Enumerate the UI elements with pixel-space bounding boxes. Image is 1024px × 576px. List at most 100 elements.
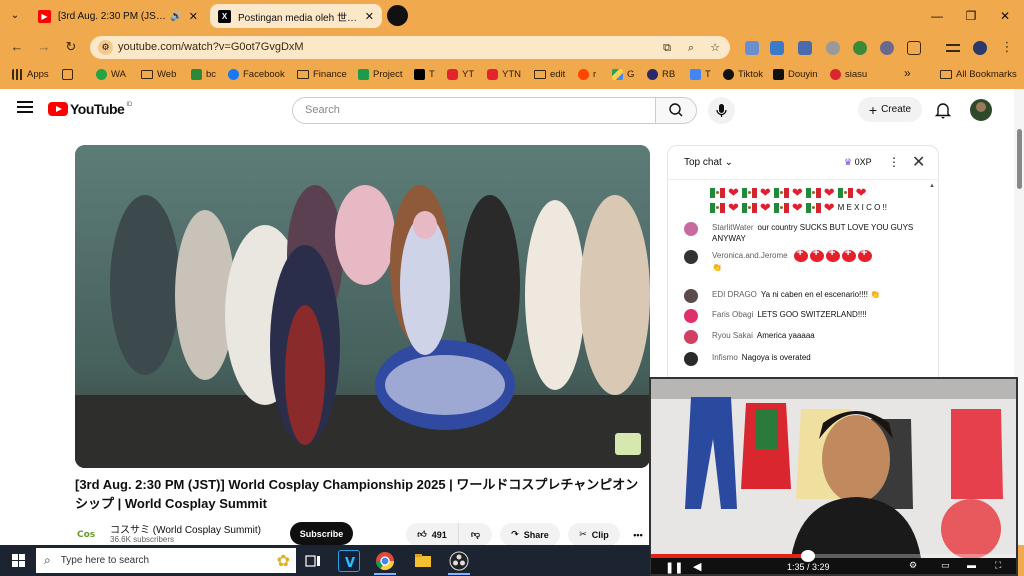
bookmark-g[interactable]: G xyxy=(612,69,634,80)
share-button[interactable]: ↷ Share xyxy=(500,523,560,545)
chat-author[interactable]: Veronica.and.Jerome xyxy=(712,251,788,260)
more-actions-button[interactable]: ••• xyxy=(626,523,650,545)
bookmark-bc[interactable]: bc xyxy=(191,69,216,80)
search-input[interactable]: Search xyxy=(292,97,655,124)
chat-author[interactable]: Ryou Sakai xyxy=(712,331,753,340)
chat-close-icon[interactable]: ✕ xyxy=(912,152,925,172)
chrome-icon[interactable] xyxy=(374,550,396,572)
subscribe-button[interactable]: Subscribe xyxy=(290,522,353,545)
chat-author[interactable]: Infismo xyxy=(712,353,738,362)
miniplayer-icon[interactable]: ▭ xyxy=(941,560,950,571)
bookmark-project[interactable]: Project xyxy=(358,69,403,80)
channel-logo[interactable]: Cos xyxy=(75,522,101,544)
file-explorer-icon[interactable] xyxy=(412,550,434,572)
minimize-button[interactable]: — xyxy=(922,4,952,28)
vegas-app-icon[interactable]: V xyxy=(338,550,360,572)
avatar[interactable] xyxy=(684,330,698,344)
bookmarks-overflow-icon[interactable]: » xyxy=(904,66,911,80)
tab-x-post[interactable]: X Postingan media oleh 世界コスプ ✕ xyxy=(210,4,382,28)
create-button[interactable]: + Create xyxy=(858,97,922,122)
extension-icon[interactable] xyxy=(826,41,840,55)
chat-author[interactable]: StarlitWater xyxy=(712,223,754,232)
media-controls-icon[interactable] xyxy=(946,44,960,52)
bookmark-translate[interactable]: T xyxy=(690,69,711,80)
bookmark-siasu[interactable]: siasu xyxy=(830,69,867,80)
bookmark-rb[interactable]: RB xyxy=(647,69,675,80)
bookmark-edit[interactable]: edit xyxy=(534,69,565,80)
puzzle-extensions-icon[interactable] xyxy=(907,41,921,55)
obs-icon[interactable] xyxy=(448,550,470,572)
profile-avatar-icon[interactable] xyxy=(973,41,987,55)
windows-start-icon[interactable] xyxy=(12,554,25,567)
avatar[interactable] xyxy=(684,352,698,366)
pause-icon[interactable]: ❚❚ xyxy=(665,561,683,574)
search-button[interactable] xyxy=(655,97,697,124)
address-bar[interactable]: ⚙ youtube.com/watch?v=G0ot7GvgDxM ⧉ ⌕ ☆ xyxy=(90,36,730,59)
all-bookmarks[interactable]: All Bookmarks xyxy=(940,69,1017,80)
zoom-icon[interactable]: ⌕ xyxy=(684,41,698,55)
settings-icon[interactable]: ⚙ xyxy=(909,560,917,571)
reload-icon[interactable]: ↻ xyxy=(62,39,80,55)
chat-author[interactable]: Faris Obagi xyxy=(712,310,753,319)
bookmark-t[interactable]: T xyxy=(414,69,435,80)
speaker-icon[interactable]: 🔊 xyxy=(170,11,182,22)
bookmark-facebook[interactable]: Facebook xyxy=(228,69,285,80)
bookmark-r[interactable]: r xyxy=(578,69,596,80)
hamburger-menu-icon[interactable] xyxy=(17,101,33,113)
extension-icon[interactable] xyxy=(745,41,759,55)
extension-icon[interactable] xyxy=(880,41,894,55)
avatar[interactable] xyxy=(684,309,698,323)
restore-button[interactable]: ❐ xyxy=(956,4,986,28)
youtube-logo[interactable]: YouTube ID xyxy=(48,101,132,117)
bookmark-tiktok[interactable]: Tiktok xyxy=(723,69,763,80)
kebab-menu-icon[interactable]: ⋮ xyxy=(998,39,1016,55)
tab-close-icon[interactable]: ✕ xyxy=(189,10,198,23)
extension-icon[interactable] xyxy=(853,41,867,55)
volume-icon[interactable]: ◀ xyxy=(693,560,701,573)
bookmark-finance[interactable]: Finance xyxy=(297,69,347,80)
theater-icon[interactable]: ▬ xyxy=(967,560,976,570)
back-arrow-icon[interactable]: ← xyxy=(8,39,26,55)
extension-icon[interactable] xyxy=(798,41,812,55)
chat-mode-dropdown[interactable]: Top chat ⌄ xyxy=(684,157,733,168)
clip-button[interactable]: ✂ Clip xyxy=(568,523,620,545)
bookmark-wa[interactable]: WA xyxy=(96,69,126,80)
scrollbar-thumb[interactable] xyxy=(1017,129,1022,189)
avatar[interactable] xyxy=(684,289,698,303)
forward-arrow-icon[interactable]: → xyxy=(35,39,53,55)
avatar[interactable] xyxy=(684,250,698,264)
bookmark-douyin[interactable]: Douyin xyxy=(773,69,818,80)
tab-youtube[interactable]: ▶ [3rd Aug. 2:30 PM (JST)] World C 🔊 ✕ xyxy=(30,4,206,28)
xp-badge[interactable]: ♛ 0XP xyxy=(844,157,872,168)
site-info-icon[interactable]: ⚙ xyxy=(98,40,113,55)
account-avatar[interactable] xyxy=(970,99,992,121)
chat-menu-icon[interactable]: ⋮ xyxy=(888,155,900,169)
bookmark-apps[interactable]: Apps xyxy=(12,69,49,80)
url-text[interactable]: youtube.com/watch?v=G0ot7GvgDxM xyxy=(118,41,304,53)
chat-scroll-up-icon[interactable]: ▲ xyxy=(929,183,935,189)
dislike-button[interactable]: 👎︎ xyxy=(458,523,492,545)
extension-icon[interactable] xyxy=(770,41,784,55)
bookmark-grid[interactable] xyxy=(62,69,77,80)
webcam-overlay-video[interactable]: ❚❚ ◀ 1:35 / 3:29 ⚙ ▭ ▬ ⛶ xyxy=(649,377,1018,576)
avatar[interactable] xyxy=(684,222,698,236)
chat-author[interactable]: EDI DRAGO xyxy=(712,290,757,299)
video-player[interactable] xyxy=(75,145,650,468)
tab-search-chevron-icon[interactable]: ⌄ xyxy=(6,8,24,24)
fullscreen-icon[interactable]: ⛶ xyxy=(995,560,1001,571)
like-button[interactable]: 👍︎ 491 xyxy=(406,523,458,545)
bookmark-ytn[interactable]: YTN xyxy=(487,69,521,80)
profile-dot-icon[interactable] xyxy=(387,5,408,26)
channel-name[interactable]: コスサミ (World Cosplay Summit) xyxy=(110,521,261,536)
close-window-button[interactable]: ✕ xyxy=(990,4,1020,28)
taskbar-search-input[interactable]: ⌕ Type here to search ✿ xyxy=(36,548,296,573)
voice-search-button[interactable] xyxy=(708,97,735,124)
bookmark-yt[interactable]: YT xyxy=(447,69,474,80)
tab-close-icon[interactable]: ✕ xyxy=(365,10,374,23)
bookmark-star-icon[interactable]: ☆ xyxy=(708,41,722,55)
webcam-progress-bar[interactable] xyxy=(651,550,1016,562)
cast-icon[interactable]: ⧉ xyxy=(660,41,674,55)
task-view-icon[interactable] xyxy=(302,550,324,572)
notifications-bell-icon[interactable] xyxy=(934,101,952,119)
bookmark-web[interactable]: Web xyxy=(141,69,176,80)
